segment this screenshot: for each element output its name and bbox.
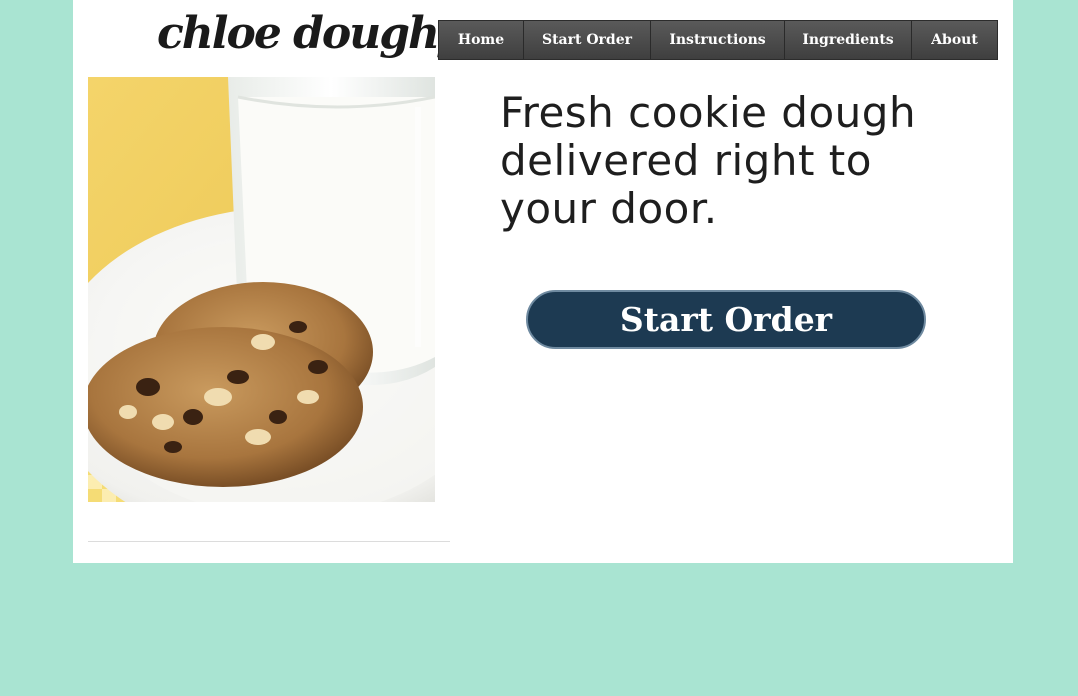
nav-item-home[interactable]: Home [439, 21, 524, 59]
cookies-and-milk-illustration [88, 77, 435, 502]
hero-photo [88, 77, 435, 502]
main-nav: Home Start Order Instructions Ingredient… [438, 20, 998, 60]
divider-line [88, 541, 450, 542]
site-logo[interactable]: chloe doughy [157, 4, 464, 64]
nav-item-start-order[interactable]: Start Order [524, 21, 651, 59]
page-container: chloe doughy Home Start Order Instructio… [73, 0, 1013, 563]
nav-item-about[interactable]: About [912, 21, 997, 59]
start-order-button[interactable]: Start Order [526, 290, 926, 349]
nav-item-instructions[interactable]: Instructions [651, 21, 785, 59]
nav-item-ingredients[interactable]: Ingredients [785, 21, 912, 59]
hero-headline: Fresh cookie dough delivered right to yo… [500, 88, 917, 233]
